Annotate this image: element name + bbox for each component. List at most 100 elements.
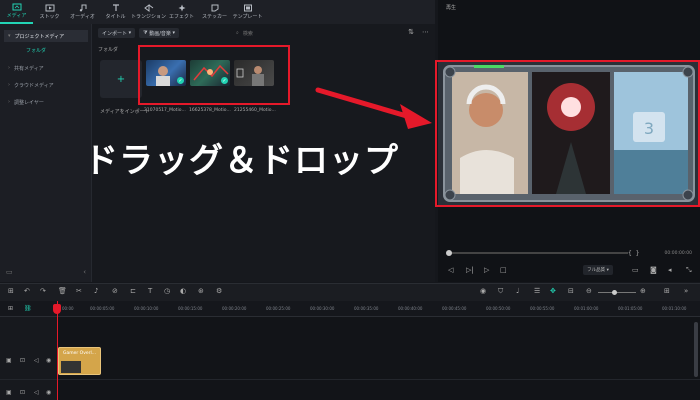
media-thumb-1[interactable]: ✓: [146, 60, 186, 86]
lock-icon[interactable]: ⊡: [20, 357, 25, 364]
highlight-box-preview: [435, 60, 700, 207]
eye-icon[interactable]: ◉: [46, 357, 51, 364]
mask-icon[interactable]: ⊛: [198, 287, 204, 295]
timeline-toolbar: [0, 283, 700, 301]
lock-icon[interactable]: ⊡: [20, 389, 25, 396]
fullscreen-icon[interactable]: ⤡: [686, 266, 692, 275]
audio-icon: [79, 4, 86, 12]
tab-transition[interactable]: トランジション: [131, 0, 166, 24]
search-input[interactable]: ⌕ 検索: [236, 28, 253, 38]
tab-media[interactable]: メディア: [0, 0, 33, 24]
shield-icon[interactable]: ⛉: [498, 287, 503, 296]
folder-label: フォルダ: [98, 47, 119, 53]
track-header-video: [0, 317, 58, 379]
tick-label: 00:01:10:00: [662, 306, 687, 311]
filter-dropdown[interactable]: ⧩ 動画/音楽 ▾: [139, 28, 179, 38]
playback-time: 00:00:00:00: [664, 251, 692, 256]
monitor-icon[interactable]: ▭: [632, 266, 639, 274]
tab-template[interactable]: テンプレート: [231, 0, 264, 24]
audio-track-icon[interactable]: ◁: [34, 357, 39, 364]
sidebar-item-project-media[interactable]: ▾ プロジェクトメディア: [4, 30, 88, 42]
snap-icon[interactable]: ✥: [550, 287, 556, 295]
play-icon[interactable]: ▷: [484, 266, 489, 274]
marker-icon[interactable]: ⊟: [568, 287, 574, 295]
sidebar-item-folder[interactable]: フォルダ: [4, 44, 88, 56]
tab-effect[interactable]: エフェクト: [165, 0, 198, 24]
previous-frame-icon[interactable]: ◁: [448, 266, 453, 274]
tab-audio[interactable]: オーディオ: [66, 0, 99, 24]
step-back-icon[interactable]: ▷|: [466, 266, 474, 274]
tick-label: 00:00: [62, 306, 74, 311]
speed-icon[interactable]: ◷: [164, 287, 170, 295]
layout-icon[interactable]: ⊞: [8, 287, 14, 295]
mark-in-out-icon[interactable]: { }: [628, 250, 639, 257]
timeline-scrollbar[interactable]: [694, 322, 698, 377]
more-icon[interactable]: ⋯: [422, 28, 429, 36]
render-icon[interactable]: ◉: [480, 287, 486, 295]
collapse-icon[interactable]: ‹: [83, 268, 86, 278]
timeline-clip[interactable]: Gamer Overl...: [58, 347, 101, 375]
color-icon[interactable]: ◐: [180, 287, 186, 295]
sidebar-item-cloud-media[interactable]: › クラウドメディア: [4, 79, 88, 91]
media-icon: [12, 3, 21, 11]
media-file-name: 16625378_Motio...: [189, 108, 231, 113]
playhead[interactable]: [57, 301, 58, 400]
text-icon[interactable]: T: [148, 287, 152, 295]
settings-icon[interactable]: ⚙: [216, 287, 222, 295]
video-track-icon: ▣: [6, 357, 12, 364]
video-track-icon: ▣: [6, 389, 12, 396]
arrow-icon: [315, 87, 432, 129]
crop-icon[interactable]: ⊏: [130, 287, 136, 295]
add-track-icon[interactable]: ⊞: [8, 305, 13, 312]
link-icon[interactable]: ⛓: [24, 305, 32, 312]
sort-icon[interactable]: ⇅: [408, 28, 414, 36]
grid-icon[interactable]: ⊞: [664, 287, 670, 295]
tab-sticker[interactable]: ステッカー: [198, 0, 231, 24]
timeline-tracks[interactable]: [58, 317, 700, 400]
redo-icon[interactable]: ↷: [40, 287, 46, 295]
media-sidebar: ▾ プロジェクトメディア フォルダ › 共有メディア › クラウドメディア › …: [0, 24, 92, 282]
stock-icon: [45, 4, 54, 12]
progress-handle[interactable]: [446, 250, 452, 256]
zoom-out-icon[interactable]: ⊖: [586, 287, 592, 295]
tab-media-label: メディア: [6, 13, 27, 19]
audio-track-icon[interactable]: ◁: [34, 389, 39, 396]
import-media-tile[interactable]: +: [100, 60, 142, 98]
split-icon[interactable]: ✂: [76, 287, 82, 295]
media-thumb-2[interactable]: ✓: [190, 60, 230, 86]
tab-title-label: タイトル: [105, 14, 126, 20]
import-media-label: メディアをインポート: [100, 109, 150, 115]
snapshot-icon[interactable]: ◙: [650, 266, 657, 274]
delete-icon[interactable]: 🗑︎: [58, 287, 67, 295]
transition-icon: [143, 4, 153, 12]
sidebar-item-label: 調整レイヤー: [14, 99, 44, 106]
audio-edit-icon[interactable]: ♪: [94, 287, 98, 295]
tab-stock[interactable]: ストック: [33, 0, 66, 24]
playhead-handle[interactable]: [53, 304, 61, 314]
sidebar-item-shared-media[interactable]: › 共有メディア: [4, 62, 88, 74]
tick-label: 00:00:05:00: [90, 306, 115, 311]
zoom-in-icon[interactable]: ⊕: [640, 287, 646, 295]
undo-icon[interactable]: ↶: [24, 287, 30, 295]
effect-icon: [178, 4, 185, 12]
volume-icon[interactable]: ◂: [668, 266, 672, 274]
playback-progress[interactable]: [448, 252, 628, 254]
import-dropdown[interactable]: インポート ▾: [98, 28, 136, 38]
list-icon[interactable]: ☰: [534, 287, 540, 295]
sidebar-item-adjustment-layer[interactable]: › 調整レイヤー: [4, 96, 88, 108]
chevron-right-icon: ›: [8, 82, 10, 88]
title-icon: [112, 4, 119, 11]
quality-dropdown[interactable]: フル品質 ▾: [583, 265, 613, 275]
player-title: 再生: [446, 5, 457, 11]
stop-icon[interactable]: □: [500, 266, 507, 274]
zoom-handle[interactable]: [612, 290, 617, 295]
tab-title[interactable]: タイトル: [99, 0, 132, 24]
tag-icon[interactable]: ⊘: [112, 287, 118, 295]
eye-icon[interactable]: ◉: [46, 389, 51, 396]
search-icon: ⌕: [236, 30, 239, 36]
media-thumb-3[interactable]: [234, 60, 274, 86]
expand-icon[interactable]: »: [684, 287, 688, 295]
new-folder-icon[interactable]: ▭: [6, 268, 13, 278]
zoom-slider[interactable]: [598, 292, 636, 293]
mic-icon[interactable]: ♩: [516, 287, 519, 295]
